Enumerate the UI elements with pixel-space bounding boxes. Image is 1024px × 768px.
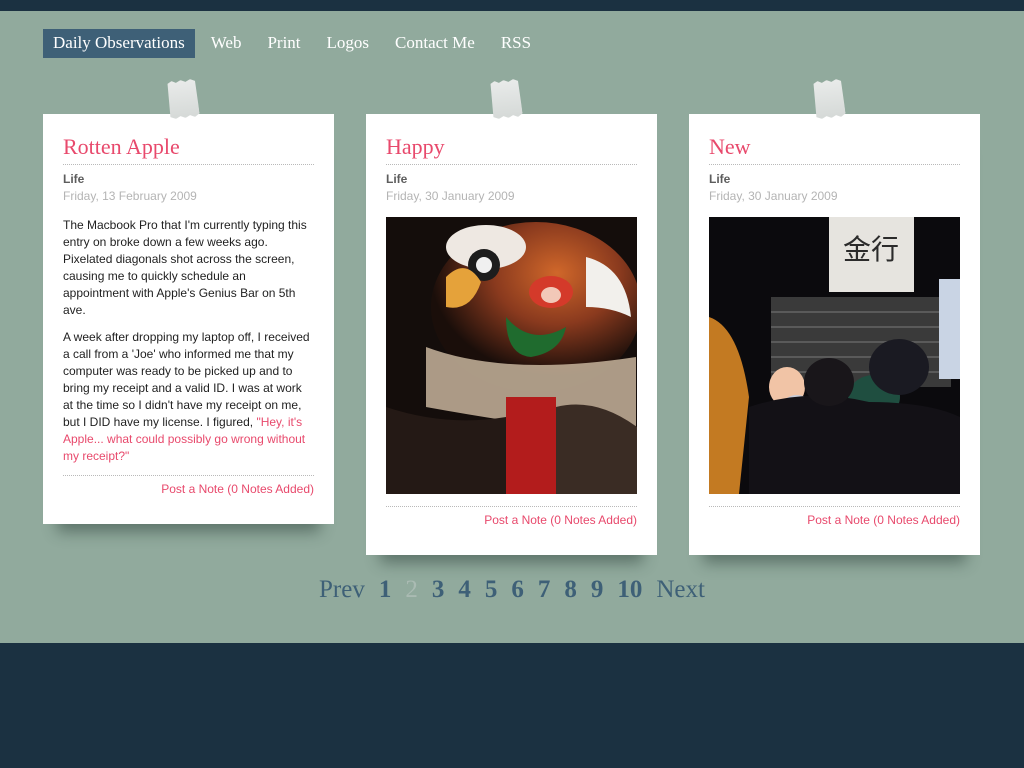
nav-print[interactable]: Print: [257, 29, 310, 58]
nav-logos[interactable]: Logos: [317, 29, 380, 58]
street-crowd-photo[interactable]: 金行: [709, 217, 960, 494]
prev-page-link[interactable]: Prev: [319, 576, 365, 604]
post-note-link[interactable]: Post a Note (0 Notes Added): [807, 513, 960, 527]
post-title[interactable]: Rotten Apple: [63, 134, 314, 165]
post-card-new: New Life Friday, 30 January 2009 金行 Post…: [689, 114, 980, 555]
page-link[interactable]: 7: [538, 576, 551, 604]
tape-decoration: [166, 79, 200, 120]
pagination: Prev 1 2 3 4 5 6 7 8 9 10 Next: [0, 576, 1024, 604]
lion-dance-photo[interactable]: [386, 217, 637, 494]
current-page: 2: [405, 576, 418, 603]
tape-decoration: [812, 79, 846, 120]
main-nav: Daily Observations Web Print Logos Conta…: [43, 29, 547, 58]
page-link[interactable]: 1: [379, 576, 392, 604]
top-bar: [0, 0, 1024, 11]
page-link[interactable]: 8: [564, 576, 577, 604]
page-link[interactable]: 4: [458, 576, 471, 604]
post-note-link[interactable]: Post a Note (0 Notes Added): [161, 482, 314, 496]
nav-web[interactable]: Web: [201, 29, 252, 58]
page-link[interactable]: 5: [485, 576, 498, 604]
next-page-link[interactable]: Next: [656, 576, 705, 604]
post-paragraph: A week after dropping my laptop off, I r…: [63, 329, 314, 465]
post-card-happy: Happy Life Friday, 30 January 2009 Post …: [366, 114, 657, 555]
post-category: Life: [709, 172, 731, 186]
post-note-link[interactable]: Post a Note (0 Notes Added): [484, 513, 637, 527]
page-link[interactable]: 10: [617, 576, 642, 604]
page-link[interactable]: 6: [511, 576, 524, 604]
page-link[interactable]: 9: [591, 576, 604, 604]
main-area: Daily Observations Web Print Logos Conta…: [0, 11, 1024, 643]
note-row: Post a Note (0 Notes Added): [709, 506, 960, 527]
post-card-rotten-apple: Rotten Apple Life Friday, 13 February 20…: [43, 114, 334, 524]
tape-decoration: [489, 79, 523, 120]
post-date: Friday, 13 February 2009: [63, 189, 197, 203]
post-title[interactable]: New: [709, 134, 960, 165]
post-body: The Macbook Pro that I'm currently typin…: [63, 217, 314, 465]
note-row: Post a Note (0 Notes Added): [63, 475, 314, 496]
nav-contact-me[interactable]: Contact Me: [385, 29, 485, 58]
nav-rss[interactable]: RSS: [491, 29, 541, 58]
post-paragraph: The Macbook Pro that I'm currently typin…: [63, 218, 307, 317]
post-date: Friday, 30 January 2009: [386, 189, 515, 203]
nav-daily-observations[interactable]: Daily Observations: [43, 29, 195, 58]
page-link[interactable]: 3: [432, 576, 445, 604]
note-row: Post a Note (0 Notes Added): [386, 506, 637, 527]
post-category: Life: [63, 172, 85, 186]
post-date: Friday, 30 January 2009: [709, 189, 838, 203]
post-category: Life: [386, 172, 408, 186]
shop-sign-text: 金行: [843, 233, 899, 266]
post-title[interactable]: Happy: [386, 134, 637, 165]
footer-band: [0, 643, 1024, 768]
